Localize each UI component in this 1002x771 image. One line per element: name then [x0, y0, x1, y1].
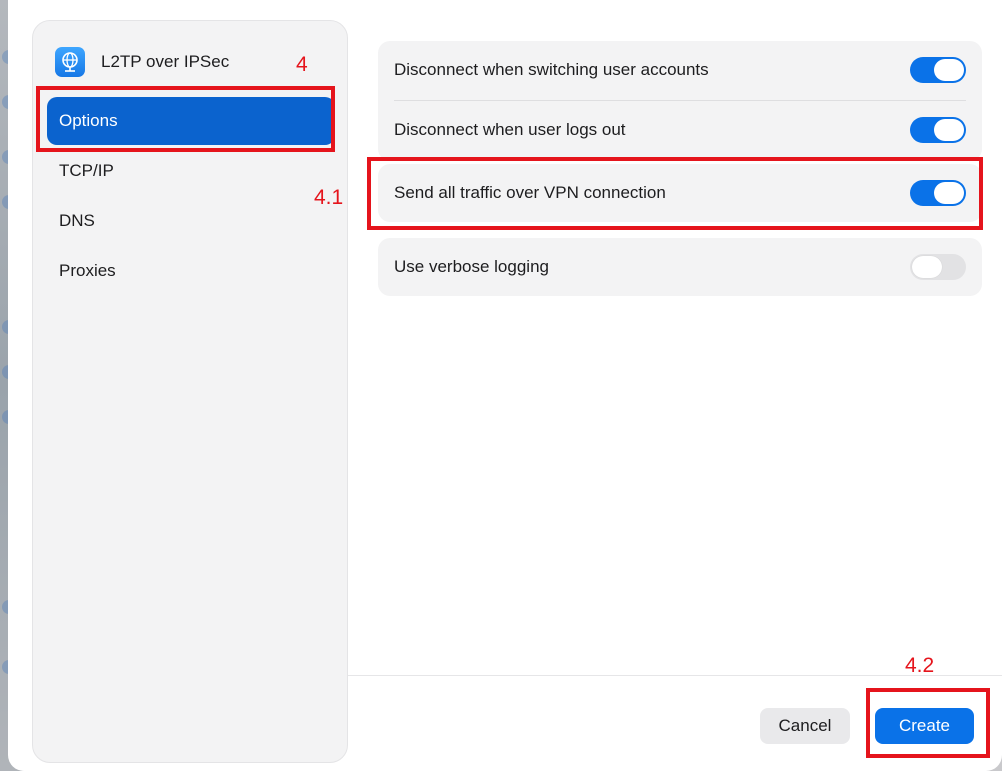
- sidebar-item-label: Options: [59, 111, 118, 130]
- option-row-verbose-logging: Use verbose logging: [378, 238, 982, 296]
- sidebar-item-label: TCP/IP: [59, 161, 114, 180]
- sidebar: L2TP over IPSec Options TCP/IP DNS Proxi…: [32, 20, 348, 763]
- option-row-disconnect-logout: Disconnect when user logs out: [378, 101, 982, 159]
- annotation-label-step-4-2: 4.2: [905, 654, 935, 677]
- annotation-label-step-4: 4: [296, 53, 308, 76]
- toggle-knob: [934, 182, 964, 204]
- toggle-knob: [934, 119, 964, 141]
- send-all-traffic-toggle[interactable]: [910, 180, 966, 206]
- option-row-send-all-traffic: Send all traffic over VPN connection: [378, 164, 982, 222]
- disconnect-logout-toggle[interactable]: [910, 117, 966, 143]
- sidebar-title: L2TP over IPSec: [101, 52, 230, 71]
- sidebar-item-options[interactable]: Options: [47, 97, 335, 145]
- option-row-disconnect-switching: Disconnect when switching user accounts: [378, 41, 982, 99]
- sidebar-item-proxies[interactable]: Proxies: [47, 247, 335, 295]
- vpn-globe-icon: [55, 47, 85, 77]
- option-label: Disconnect when switching user accounts: [394, 60, 709, 79]
- sidebar-header: L2TP over IPSec: [55, 47, 229, 77]
- cancel-button[interactable]: Cancel: [760, 708, 850, 744]
- option-label: Send all traffic over VPN connection: [394, 183, 666, 202]
- sidebar-item-label: Proxies: [59, 261, 116, 280]
- options-group-logging: Use verbose logging: [378, 238, 982, 296]
- options-group-primary: Disconnect when switching user accounts …: [378, 41, 982, 161]
- sidebar-item-tcp-ip[interactable]: TCP/IP: [47, 147, 335, 195]
- annotation-label-step-4-1: 4.1: [314, 186, 344, 209]
- verbose-logging-toggle[interactable]: [910, 254, 966, 280]
- sidebar-item-label: DNS: [59, 211, 95, 230]
- sidebar-item-dns[interactable]: DNS: [47, 197, 335, 245]
- option-label: Use verbose logging: [394, 257, 549, 276]
- footer-divider: [348, 675, 1002, 676]
- options-group-traffic: Send all traffic over VPN connection: [378, 164, 982, 222]
- option-label: Disconnect when user logs out: [394, 120, 626, 139]
- toggle-knob: [912, 256, 942, 278]
- toggle-knob: [934, 59, 964, 81]
- vpn-configuration-sheet: L2TP over IPSec Options TCP/IP DNS Proxi…: [8, 0, 1002, 771]
- create-button[interactable]: Create: [875, 708, 974, 744]
- disconnect-switching-toggle[interactable]: [910, 57, 966, 83]
